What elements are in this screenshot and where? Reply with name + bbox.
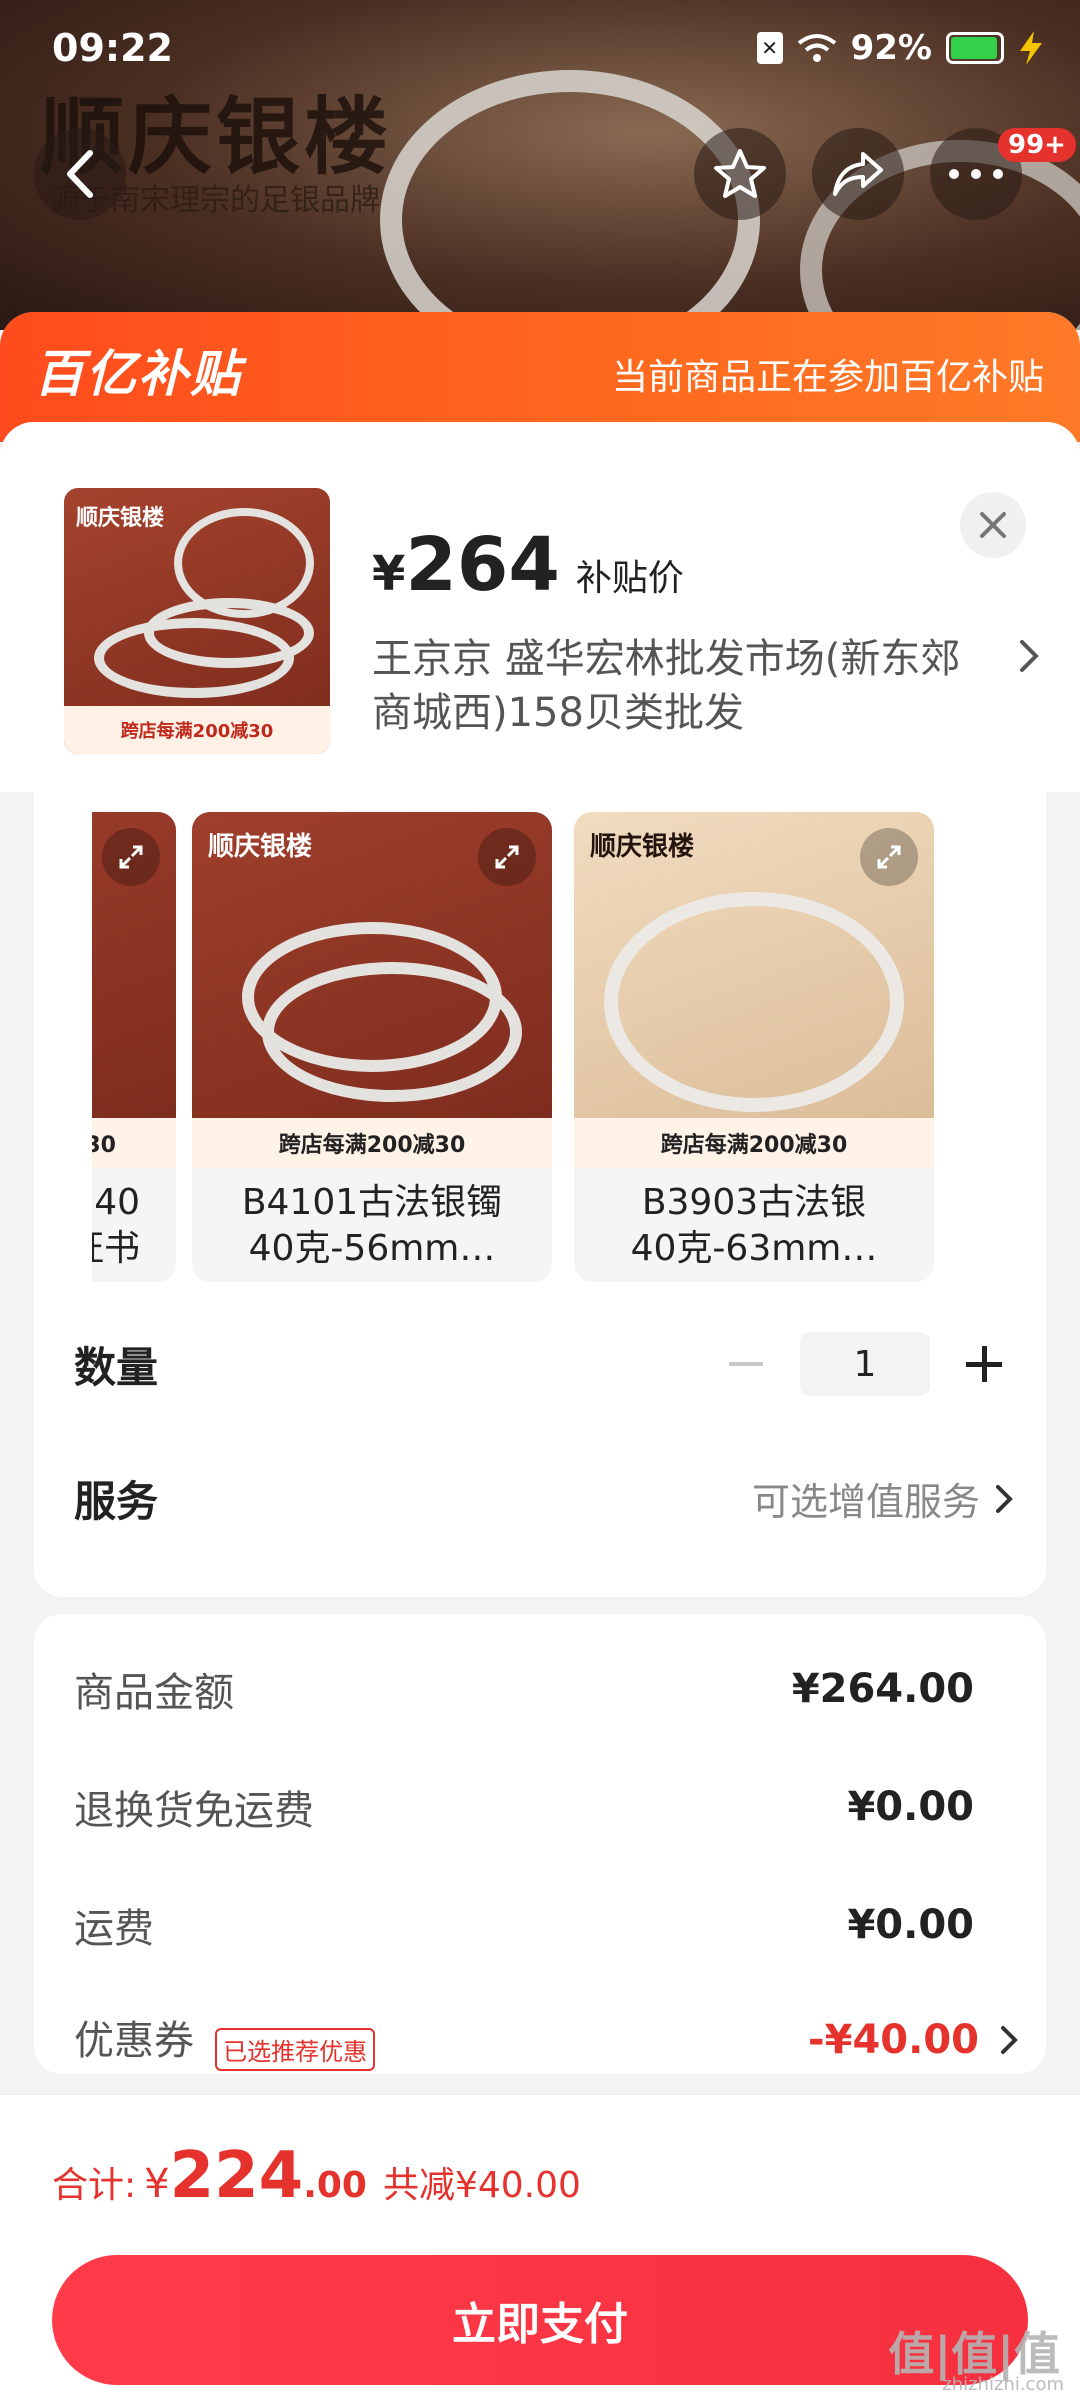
chevron-right-icon xyxy=(1001,2025,1018,2054)
fee-label: 运费 xyxy=(74,1906,154,1952)
increase-button[interactable] xyxy=(954,1334,1014,1394)
more-dots-icon xyxy=(949,169,1003,179)
variant-card[interactable]: 顺庆银楼 跨店每满200减30 B3903古法银 40克-63mm… xyxy=(574,812,934,1282)
fee-value: ¥0.00 xyxy=(847,1902,974,1948)
variant-card[interactable]: 顺庆银楼 跨店每满200减30 B4101古法银镯 40克-56mm… xyxy=(192,812,552,1282)
thumb-ring-3 xyxy=(174,508,314,618)
fee-row-coupon[interactable]: 优惠券 已选推荐优惠 -¥40.00 xyxy=(74,2008,1019,2071)
fee-value: ¥0.00 xyxy=(847,1784,974,1830)
thumb-promo: 跨店每满200减30 xyxy=(64,706,330,754)
decrease-button[interactable] xyxy=(716,1334,776,1394)
plus-icon xyxy=(966,1346,1002,1382)
service-value-text: 可选增值服务 xyxy=(751,1480,980,1524)
variant-name: 镯40 证书 xyxy=(92,1182,140,1269)
wifi-icon xyxy=(797,34,836,62)
service-label: 服务 xyxy=(74,1477,159,1526)
variant-list[interactable]: 减30 镯40 证书 顺庆银楼 跨店每满200减30 B4101古法银镯 xyxy=(92,812,1048,1292)
service-row[interactable]: 服务 可选增值服务 xyxy=(74,1468,1014,1529)
price-value: 264 xyxy=(405,522,560,608)
quantity-label: 数量 xyxy=(74,1342,159,1392)
sheet-content: 顺庆银楼 跨店每满200减30 ¥ 264 补贴价 王京京 盛华宏林批发市场(新… xyxy=(0,422,1080,2074)
pay-now-button[interactable]: 立即支付 xyxy=(52,2255,1028,2385)
fee-row-goods: 商品金额 ¥264.00 xyxy=(74,1660,974,1718)
close-icon xyxy=(980,512,1006,538)
thumb-brand: 顺庆银楼 xyxy=(76,506,165,531)
variant-image: 减30 xyxy=(92,812,176,1168)
fee-label: 退换货免运费 xyxy=(74,1788,314,1834)
chevron-right-icon xyxy=(996,1484,1013,1513)
status-time: 09:22 xyxy=(52,26,173,70)
fee-row-return: 退换货免运费 ¥0.00 xyxy=(74,1778,974,1836)
fee-label: 优惠券 xyxy=(74,2018,194,2064)
total-amount: 224 xyxy=(169,2139,304,2213)
favorite-button[interactable] xyxy=(694,128,786,220)
subsidy-message: 当前商品正在参加百亿补贴 xyxy=(611,357,1044,398)
total-currency: ¥ xyxy=(144,2161,170,2207)
variant-ring xyxy=(604,892,904,1112)
variant-brand: 顺庆银楼 xyxy=(208,832,313,862)
chevron-left-icon xyxy=(67,150,93,198)
fee-value: ¥264.00 xyxy=(791,1666,974,1712)
notification-badge: 99+ xyxy=(998,128,1076,162)
variant-promo: 减30 xyxy=(92,1118,176,1168)
status-icons: ✕ 92% xyxy=(756,28,1044,68)
variant-promo: 跨店每满200减30 xyxy=(192,1118,552,1168)
variant-name: B4101古法银镯 40克-56mm… xyxy=(241,1182,503,1269)
status-bar: 09:22 ✕ 92% xyxy=(0,0,1080,100)
variant-image: 顺庆银楼 跨店每满200减30 xyxy=(574,812,934,1168)
variant-card[interactable]: 减30 镯40 证书 xyxy=(92,812,176,1282)
total-decimal: .00 xyxy=(303,2165,367,2206)
store-name[interactable]: 王京京 盛华宏林批发市场(新东郊商城西)158贝类批发 xyxy=(372,632,972,740)
variant-promo: 跨店每满200减30 xyxy=(574,1118,934,1168)
checkout-sheet: 百亿补贴 当前商品正在参加百亿补贴 顺庆银楼 跨店每满200减30 ¥ 264 … xyxy=(0,312,1080,2400)
total-price: 合计: ¥ 224 .00 共减¥40.00 xyxy=(52,2139,581,2213)
subsidy-logo: 百亿补贴 xyxy=(34,345,242,403)
variant-brand: 顺庆银楼 xyxy=(590,832,695,862)
total-label: 合计: xyxy=(52,2165,137,2206)
battery-icon xyxy=(946,32,1004,64)
quantity-value[interactable]: 1 xyxy=(800,1332,930,1396)
price-breakdown: 商品金额 ¥264.00 退换货免运费 ¥0.00 运费 ¥0.00 优惠券 已… xyxy=(34,1614,1046,2074)
fee-label: 商品金额 xyxy=(74,1670,234,1716)
star-icon xyxy=(714,149,766,198)
quantity-row: 数量 1 xyxy=(74,1332,1014,1396)
coupon-tag: 已选推荐优惠 xyxy=(215,2028,376,2071)
close-button[interactable] xyxy=(960,492,1026,558)
share-icon xyxy=(833,152,883,196)
total-savings: 共减¥40.00 xyxy=(382,2165,581,2206)
coupon-value[interactable]: -¥40.00 xyxy=(808,2017,979,2063)
expand-button[interactable] xyxy=(478,828,536,886)
expand-button[interactable] xyxy=(102,828,160,886)
back-button[interactable] xyxy=(34,128,126,220)
fee-row-shipping: 运费 ¥0.00 xyxy=(74,1896,974,1954)
options-panel: 减30 镯40 证书 顺庆银楼 跨店每满200减30 B4101古法银镯 xyxy=(34,792,1046,1597)
price-currency: ¥ xyxy=(372,546,406,602)
service-value[interactable]: 可选增值服务 xyxy=(752,1471,1014,1526)
share-button[interactable] xyxy=(812,128,904,220)
expand-icon xyxy=(495,845,519,869)
charging-icon xyxy=(1020,31,1042,65)
minus-icon xyxy=(729,1362,763,1366)
expand-button[interactable] xyxy=(860,828,918,886)
price-row: ¥ 264 补贴价 xyxy=(372,522,684,608)
chevron-right-icon[interactable] xyxy=(1018,638,1040,674)
battery-percent: 92% xyxy=(850,28,932,68)
product-summary: 顺庆银楼 跨店每满200减30 ¥ 264 补贴价 王京京 盛华宏林批发市场(新… xyxy=(0,422,1080,792)
variant-name: B3903古法银 40克-63mm… xyxy=(630,1182,878,1269)
price-tag: 补贴价 xyxy=(575,558,684,599)
variant-image: 顺庆银楼 跨店每满200减30 xyxy=(192,812,552,1168)
product-thumbnail[interactable]: 顺庆银楼 跨店每满200减30 xyxy=(64,488,330,754)
expand-icon xyxy=(119,845,143,869)
variant-ring-2 xyxy=(262,962,522,1102)
quantity-stepper[interactable]: 1 xyxy=(716,1332,1014,1396)
expand-icon xyxy=(877,845,901,869)
sim-icon: ✕ xyxy=(756,32,783,64)
watermark-url: zhizhizhi.com xyxy=(942,2374,1064,2395)
